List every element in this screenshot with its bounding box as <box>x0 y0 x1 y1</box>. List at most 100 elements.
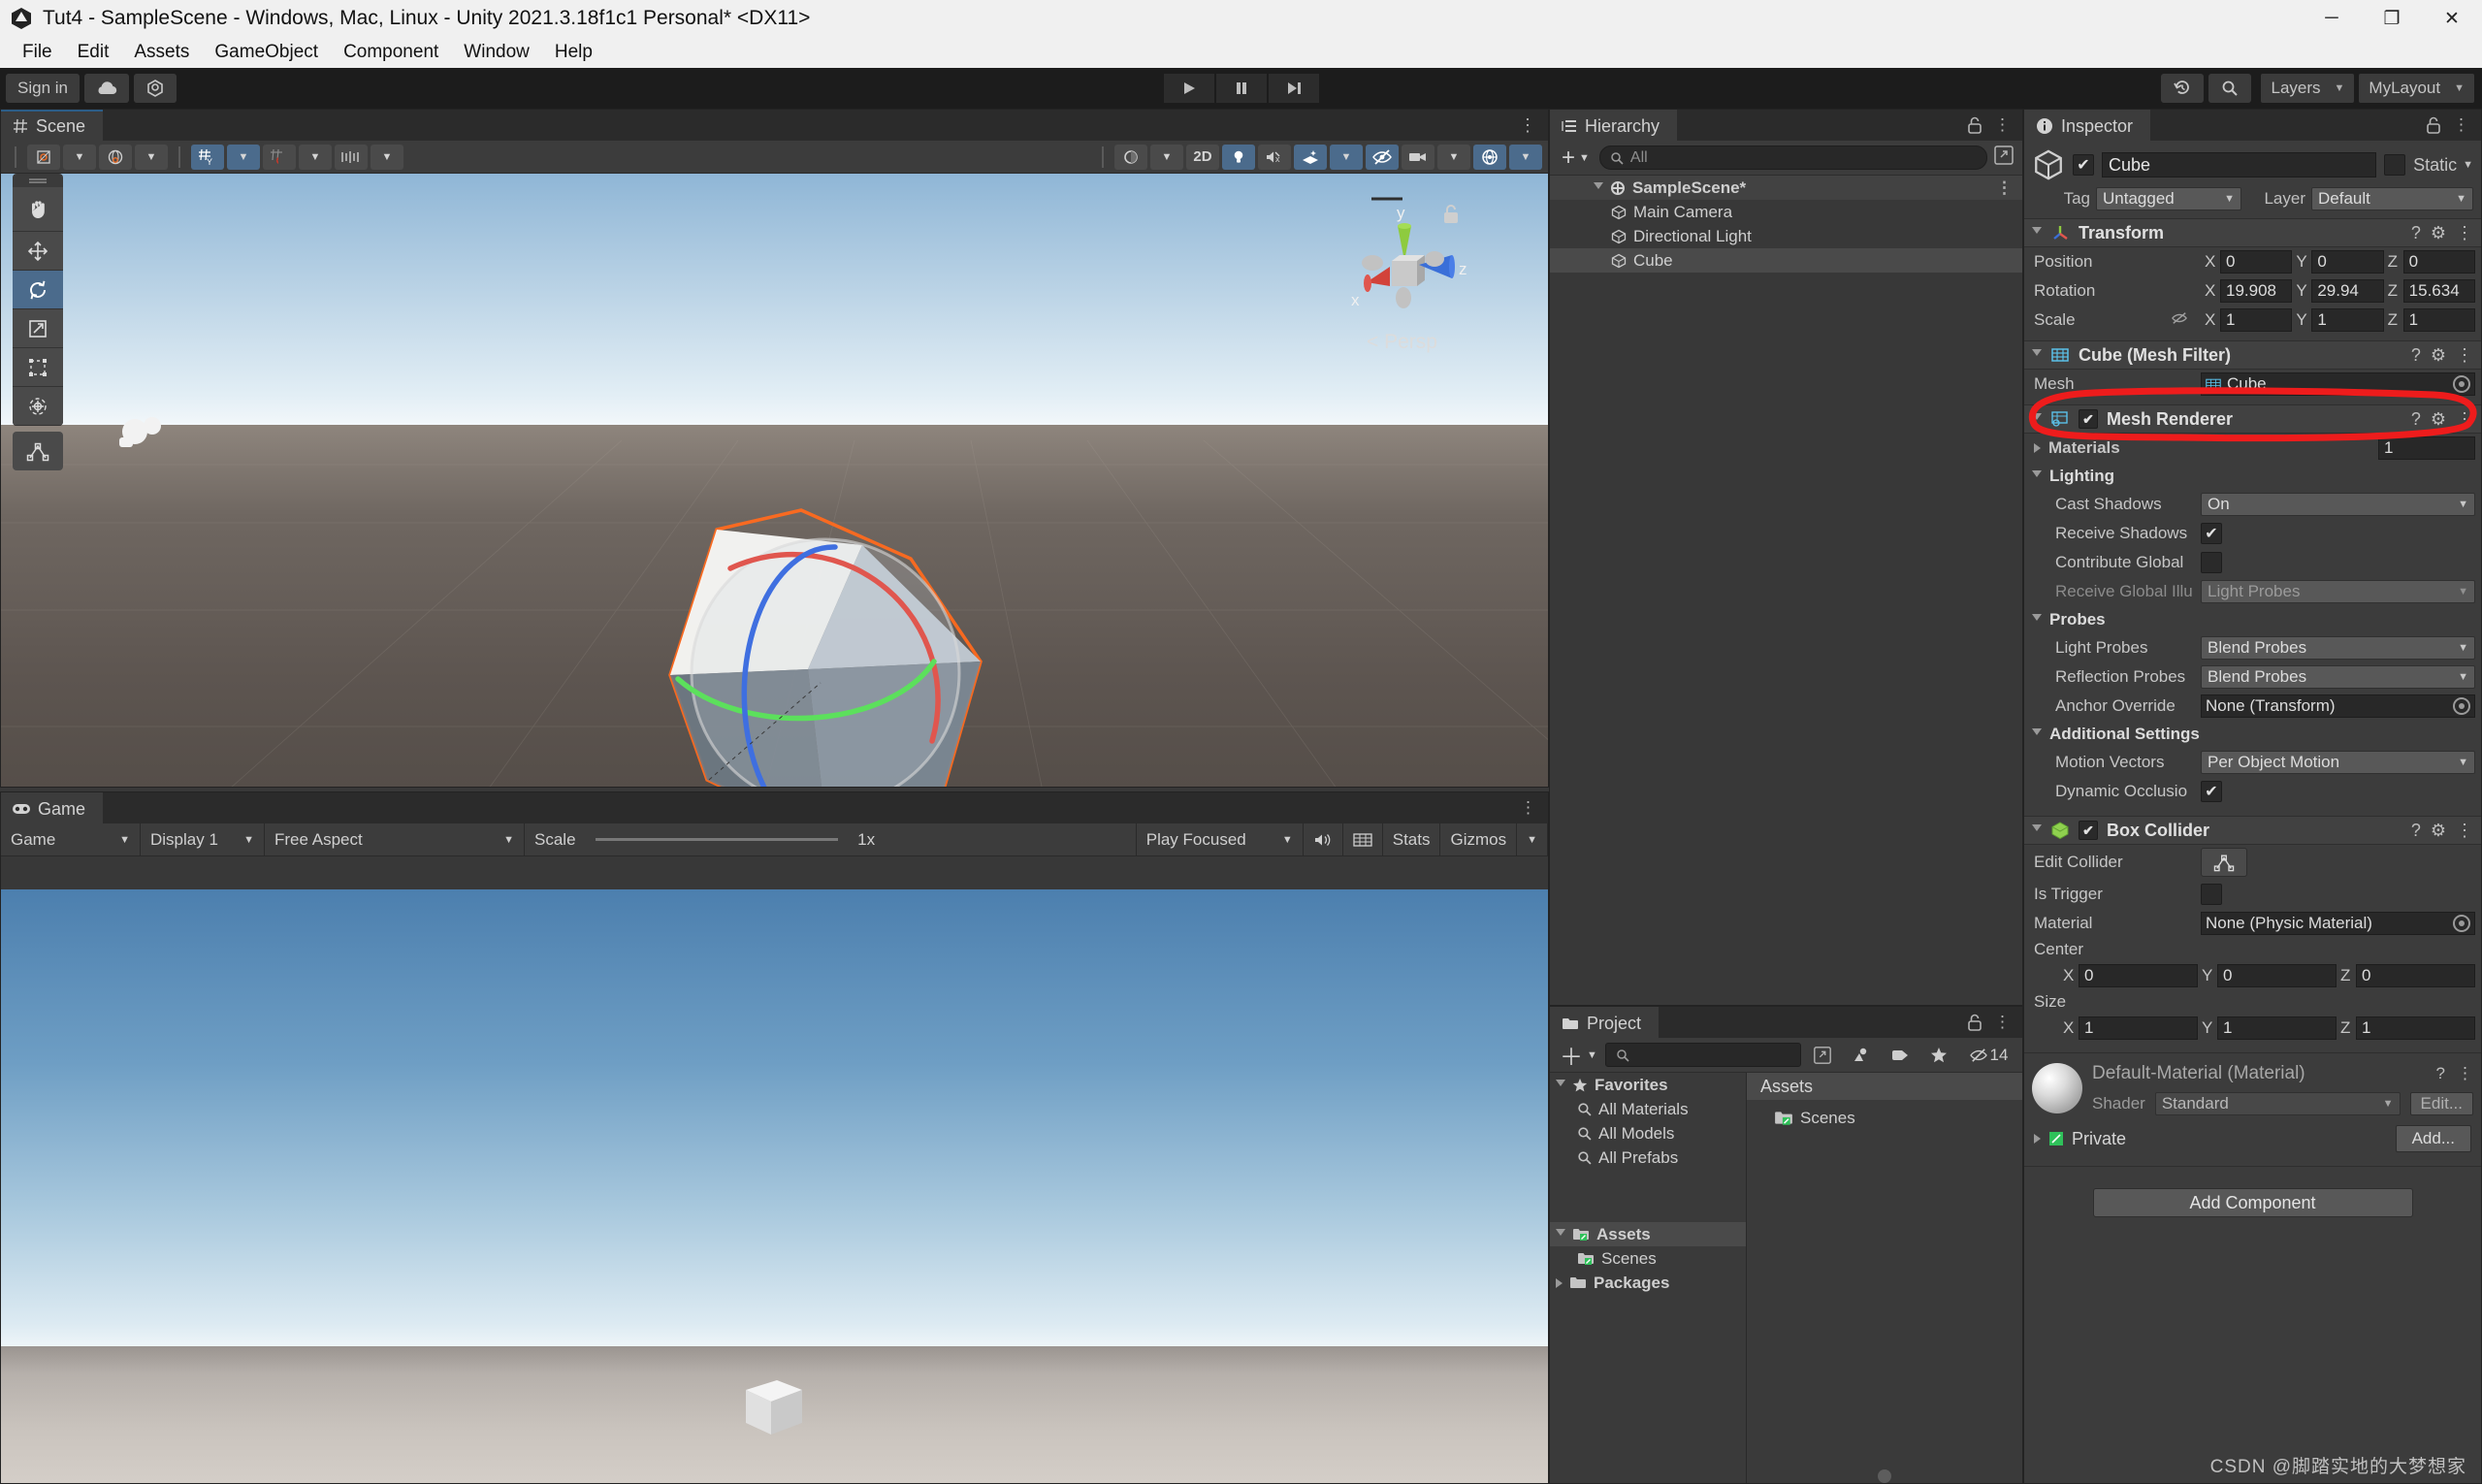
menu-edit[interactable]: Edit <box>65 39 122 66</box>
size-x-input[interactable]: 1 <box>2079 1016 2198 1040</box>
fx-dropdown-caret[interactable]: ▼ <box>1330 145 1363 170</box>
gizmo-globe-icon[interactable] <box>1473 145 1506 170</box>
menu-assets[interactable]: Assets <box>121 39 202 66</box>
close-button[interactable]: ✕ <box>2422 0 2482 37</box>
materials-count-input[interactable]: 1 <box>2378 436 2475 460</box>
material-add-button[interactable]: Add... <box>2396 1125 2471 1152</box>
tag-dropdown[interactable]: Untagged▼ <box>2096 187 2241 210</box>
project-hidden-packages-toggle[interactable]: 14 <box>1960 1043 2016 1068</box>
reflection-probes-dropdown[interactable]: Blend Probes▼ <box>2201 665 2475 689</box>
preset-icon[interactable]: ⚙ <box>2431 345 2446 366</box>
project-add-button[interactable]: ＋▼ <box>1556 1038 1601 1072</box>
minimize-button[interactable]: ─ <box>2302 0 2362 37</box>
sign-in-button[interactable]: Sign in <box>6 74 80 103</box>
kebab-menu-icon[interactable]: ⋮ <box>1996 178 2022 198</box>
project-content-item-scenes[interactable]: Scenes <box>1747 1106 2022 1130</box>
project-open-window-icon[interactable] <box>1805 1043 1840 1068</box>
center-x-input[interactable]: 0 <box>2079 964 2198 987</box>
preset-icon[interactable]: ⚙ <box>2431 821 2446 841</box>
lighting-section-header[interactable]: Lighting <box>2024 463 2481 490</box>
kebab-menu-icon[interactable]: ⋮ <box>2456 821 2473 841</box>
tab-game[interactable]: Game <box>1 792 103 823</box>
chevron-down-icon[interactable] <box>1556 1080 1565 1091</box>
rotate-icon[interactable] <box>13 271 63 309</box>
tab-project[interactable]: Project <box>1550 1007 1659 1038</box>
project-label-icon[interactable] <box>1883 1043 1918 1068</box>
global-local-icon[interactable] <box>99 145 132 170</box>
light-probes-dropdown[interactable]: Blend Probes▼ <box>2201 636 2475 660</box>
game-scale-slider[interactable]: Scale 1x <box>525 823 1137 856</box>
size-z-input[interactable]: 1 <box>2356 1016 2475 1040</box>
game-stats-button[interactable]: Stats <box>1383 823 1441 856</box>
search-icon[interactable] <box>2208 74 2251 103</box>
kebab-menu-icon[interactable]: ⋮ <box>2457 1064 2473 1083</box>
chevron-down-icon[interactable] <box>1556 1229 1565 1241</box>
handle-space-dropdown-caret[interactable]: ▼ <box>135 145 168 170</box>
hierarchy-add-button[interactable]: +▼ <box>1558 145 1594 172</box>
unlock-icon[interactable] <box>2426 116 2441 134</box>
object-picker-icon[interactable] <box>2453 915 2470 932</box>
help-icon[interactable]: ? <box>2411 821 2421 841</box>
hierarchy-item-samplescene[interactable]: SampleScene* ⋮ <box>1550 176 2022 200</box>
tab-inspector[interactable]: Inspector <box>2024 110 2150 141</box>
center-pivot-icon[interactable] <box>27 145 60 170</box>
component-header-mesh-renderer[interactable]: ✔ Mesh Renderer ?⚙⋮ <box>2024 404 2481 434</box>
mesh-object-field[interactable]: Cube <box>2201 372 2475 396</box>
magnet-dropdown-caret[interactable]: ▼ <box>299 145 332 170</box>
play-button[interactable] <box>1164 74 1214 103</box>
layer-dropdown[interactable]: Default▼ <box>2311 187 2473 210</box>
maximize-button[interactable]: ❐ <box>2362 0 2422 37</box>
step-button[interactable] <box>1269 74 1319 103</box>
2d-toggle[interactable]: 2D <box>1186 145 1219 170</box>
hand-icon[interactable] <box>13 187 63 232</box>
menu-component[interactable]: Component <box>331 39 451 66</box>
project-star-icon[interactable] <box>1921 1043 1956 1068</box>
hierarchy-item-main-camera[interactable]: Main Camera <box>1550 200 2022 224</box>
game-target-dropdown[interactable]: Game▼ <box>1 823 141 856</box>
position-z-input[interactable]: 0 <box>2403 250 2475 274</box>
game-gizmos-dropdown[interactable]: Gizmos <box>1440 823 1517 856</box>
menu-file[interactable]: File <box>10 39 65 66</box>
hierarchy-search-input[interactable]: All <box>1599 145 1987 170</box>
move-arrows-icon[interactable] <box>13 232 63 271</box>
position-x-input[interactable]: 0 <box>2220 250 2292 274</box>
contribute-gi-checkbox[interactable] <box>2201 552 2222 573</box>
game-aspect-grid-button[interactable] <box>1343 823 1383 856</box>
undo-history-icon[interactable] <box>2161 74 2204 103</box>
kebab-menu-icon[interactable]: ⋮ <box>1994 115 2011 135</box>
preset-icon[interactable]: ⚙ <box>2431 409 2446 430</box>
combined-transform-icon[interactable] <box>13 387 63 426</box>
chevron-down-icon[interactable] <box>2032 349 2042 361</box>
chevron-right-icon[interactable] <box>2034 1134 2041 1144</box>
project-tree-assets[interactable]: Assets <box>1550 1222 1746 1246</box>
anchor-override-field[interactable]: None (Transform) <box>2201 694 2475 718</box>
chevron-right-icon[interactable] <box>1556 1278 1563 1288</box>
project-tree-scenes[interactable]: Scenes <box>1550 1246 1746 1271</box>
project-tree-favorites[interactable]: Favorites <box>1550 1073 1746 1097</box>
kebab-menu-icon[interactable]: ⋮ <box>2456 409 2473 430</box>
kebab-menu-icon[interactable]: ⋮ <box>2453 115 2469 135</box>
is-trigger-checkbox[interactable] <box>2201 884 2222 905</box>
game-gizmos-caret[interactable]: ▼ <box>1517 823 1548 856</box>
kebab-menu-icon[interactable]: ⋮ <box>1519 115 1536 136</box>
hierarchy-item-cube[interactable]: Cube <box>1550 248 2022 273</box>
game-viewport[interactable] <box>1 889 1548 1483</box>
grid-snap-icon[interactable]: Y <box>191 145 224 170</box>
center-z-input[interactable]: 0 <box>2356 964 2475 987</box>
collab-icon[interactable] <box>134 74 177 103</box>
pivot-dropdown-caret[interactable]: ▼ <box>63 145 96 170</box>
project-tree-packages[interactable]: Packages <box>1550 1271 1746 1295</box>
object-enabled-checkbox[interactable]: ✔ <box>2073 154 2094 176</box>
collider-material-field[interactable]: None (Physic Material) <box>2201 912 2475 935</box>
kebab-menu-icon[interactable]: ⋮ <box>2456 223 2473 243</box>
shader-dropdown[interactable]: Standard▼ <box>2155 1092 2401 1115</box>
receive-shadows-checkbox[interactable]: ✔ <box>2201 523 2222 544</box>
scene-viewport[interactable]: y x z <box>1 174 1548 787</box>
project-tree-all-materials[interactable]: All Materials <box>1550 1097 1746 1121</box>
grid-snap-dropdown-caret[interactable]: ▼ <box>227 145 260 170</box>
shader-edit-button[interactable]: Edit... <box>2410 1092 2473 1115</box>
project-tree-all-prefabs[interactable]: All Prefabs <box>1550 1145 1746 1170</box>
shading-dropdown-caret[interactable]: ▼ <box>1150 145 1183 170</box>
box-collider-enabled-checkbox[interactable]: ✔ <box>2079 821 2098 840</box>
project-zoom-slider[interactable] <box>1747 1468 2022 1483</box>
